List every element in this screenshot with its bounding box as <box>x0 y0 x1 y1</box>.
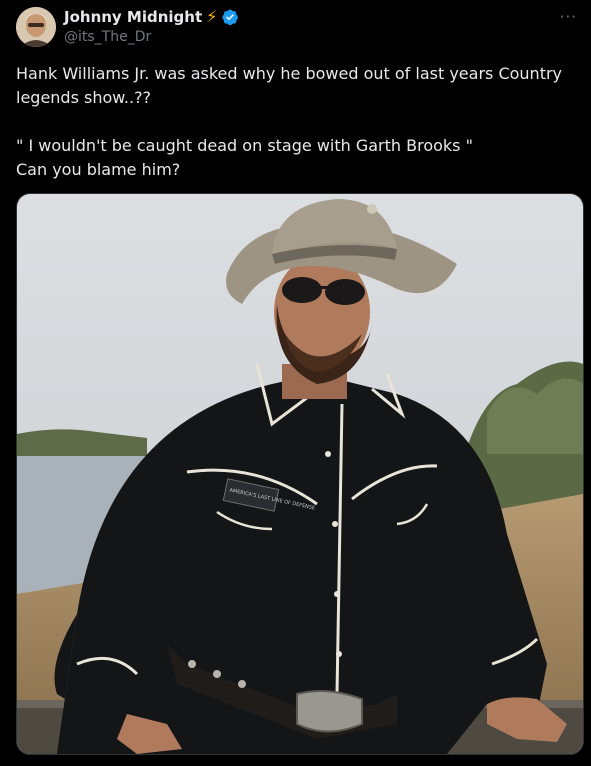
lightning-icon: ⚡ <box>206 7 218 26</box>
author-avatar[interactable] <box>16 7 56 47</box>
author-display-name[interactable]: Johnny Midnight <box>64 8 202 26</box>
author-handle[interactable]: @its_The_Dr <box>64 29 151 45</box>
verified-badge-icon <box>221 8 239 26</box>
tweet-text: Hank Williams Jr. was asked why he bowed… <box>16 64 563 179</box>
more-options-icon[interactable]: ··· <box>560 8 577 26</box>
tweet-photo[interactable]: AMERICA'S LAST LINE OF DEFENSE <box>16 193 584 755</box>
photo-illustration: AMERICA'S LAST LINE OF DEFENSE <box>17 194 583 754</box>
author-name-row: Johnny Midnight ⚡ <box>64 8 239 26</box>
